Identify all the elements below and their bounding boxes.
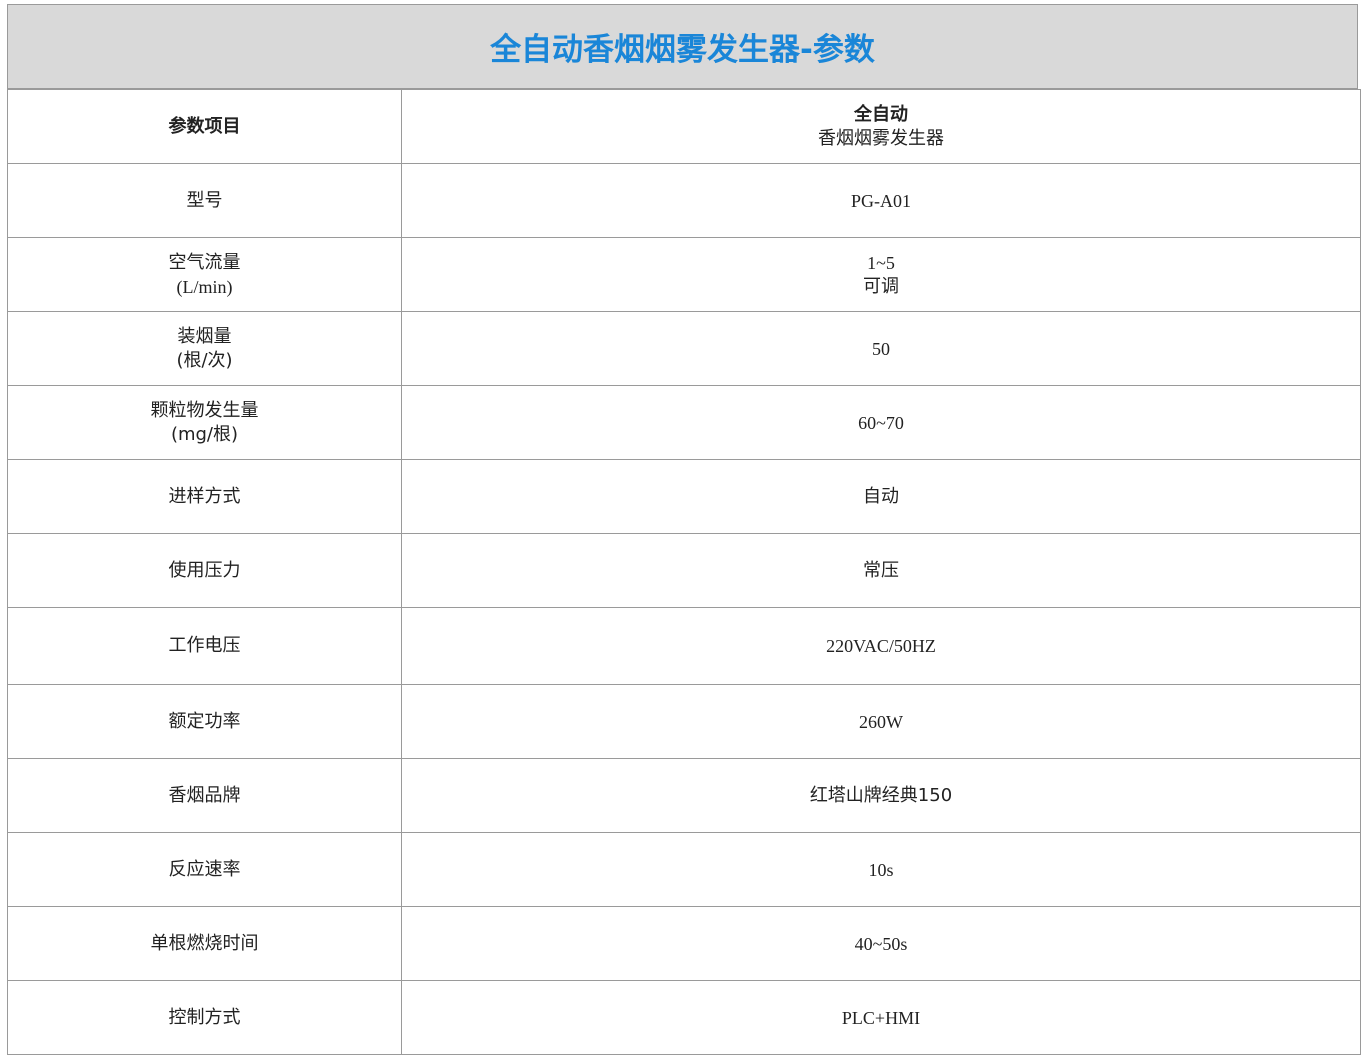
row-label: 进样方式 <box>168 485 241 507</box>
row-label-unit: (mg/根) <box>170 423 239 445</box>
table-row: 工作电压 220VAC/50HZ <box>7 607 1361 685</box>
row-label-cell: 工作电压 <box>7 607 402 685</box>
row-label-cell: 反应速率 <box>7 832 402 907</box>
row-value-cell: 1~5 可调 <box>401 237 1361 312</box>
row-value: 10s <box>868 859 894 880</box>
table-row: 额定功率 260W <box>7 684 1361 759</box>
row-value: 常压 <box>863 559 899 581</box>
row-label-cell: 空气流量 (L/min) <box>7 237 402 312</box>
table-row: 空气流量 (L/min) 1~5 可调 <box>7 237 1361 312</box>
row-value: PLC+HMI <box>841 1007 921 1028</box>
row-value: 60~70 <box>858 412 904 433</box>
row-value-cell: 60~70 <box>401 385 1361 460</box>
row-value: 自动 <box>863 485 899 507</box>
table-row: 进样方式 自动 <box>7 459 1361 534</box>
row-label-cell: 型号 <box>7 163 402 238</box>
row-label: 控制方式 <box>168 1006 241 1028</box>
row-label: 使用压力 <box>168 559 241 581</box>
row-label-cell: 香烟品牌 <box>7 758 402 833</box>
row-label-unit: (根/次) <box>176 349 233 371</box>
table-row: 香烟品牌 红塔山牌经典150 <box>7 758 1361 833</box>
row-label: 额定功率 <box>168 710 241 732</box>
row-label: 工作电压 <box>168 635 241 656</box>
row-label: 香烟品牌 <box>168 784 241 806</box>
table-row: 控制方式 PLC+HMI <box>7 980 1361 1055</box>
row-label: 装烟量 <box>177 325 232 347</box>
row-value-cell: 40~50s <box>401 906 1361 981</box>
row-value-cell: 50 <box>401 311 1361 386</box>
row-value: PG-A01 <box>850 190 911 211</box>
row-label: 颗粒物发生量 <box>150 399 259 421</box>
page-title: 全自动香烟烟雾发生器-参数 <box>490 32 875 68</box>
header-label-cell: 参数项目 <box>7 89 402 164</box>
row-label-unit: (L/min) <box>176 276 233 297</box>
table-row: 型号 PG-A01 <box>7 163 1361 238</box>
row-label: 单根燃烧时间 <box>150 932 259 954</box>
table-row: 装烟量 (根/次) 50 <box>7 311 1361 386</box>
row-label-cell: 使用压力 <box>7 533 402 608</box>
header-label: 参数项目 <box>168 115 241 137</box>
row-label-cell: 额定功率 <box>7 684 402 759</box>
row-value-cell: PLC+HMI <box>401 980 1361 1055</box>
header-value-line2: 香烟烟雾发生器 <box>818 127 944 149</box>
parameter-table: 参数项目 全自动 香烟烟雾发生器 型号 PG-A01 空气流量 (L/min) … <box>7 89 1361 1055</box>
row-value-cell: 10s <box>401 832 1361 907</box>
row-value-cell: 220VAC/50HZ <box>401 607 1361 685</box>
row-value-cell: 常压 <box>401 533 1361 608</box>
row-label-cell: 控制方式 <box>7 980 402 1055</box>
row-value: 红塔山牌经典150 <box>809 784 953 806</box>
row-label: 反应速率 <box>168 858 241 880</box>
row-value: 220VAC/50HZ <box>826 636 936 656</box>
header-value-cell: 全自动 香烟烟雾发生器 <box>401 89 1361 164</box>
row-label-cell: 单根燃烧时间 <box>7 906 402 981</box>
row-value-cell: 红塔山牌经典150 <box>401 758 1361 833</box>
row-value-cell: 260W <box>401 684 1361 759</box>
row-value: 40~50s <box>854 933 908 954</box>
row-value: 1~5 <box>867 252 895 273</box>
row-label-cell: 装烟量 (根/次) <box>7 311 402 386</box>
row-value: 50 <box>872 338 890 359</box>
table-row: 反应速率 10s <box>7 832 1361 907</box>
row-value: 260W <box>859 711 903 732</box>
title-bar: 全自动香烟烟雾发生器-参数 <box>7 4 1358 89</box>
parameter-sheet: 全自动香烟烟雾发生器-参数 参数项目 全自动 香烟烟雾发生器 型号 PG-A01 <box>7 4 1361 1055</box>
table-row: 单根燃烧时间 40~50s <box>7 906 1361 981</box>
table-header-row: 参数项目 全自动 香烟烟雾发生器 <box>7 89 1361 164</box>
row-label: 空气流量 <box>168 251 241 273</box>
row-value-cell: PG-A01 <box>401 163 1361 238</box>
row-value-cell: 自动 <box>401 459 1361 534</box>
row-value-note: 可调 <box>863 275 899 297</box>
row-label-cell: 进样方式 <box>7 459 402 534</box>
table-row: 使用压力 常压 <box>7 533 1361 608</box>
row-label-cell: 颗粒物发生量 (mg/根) <box>7 385 402 460</box>
row-label: 型号 <box>186 189 223 211</box>
table-row: 颗粒物发生量 (mg/根) 60~70 <box>7 385 1361 460</box>
header-value-line1: 全自动 <box>854 103 908 125</box>
